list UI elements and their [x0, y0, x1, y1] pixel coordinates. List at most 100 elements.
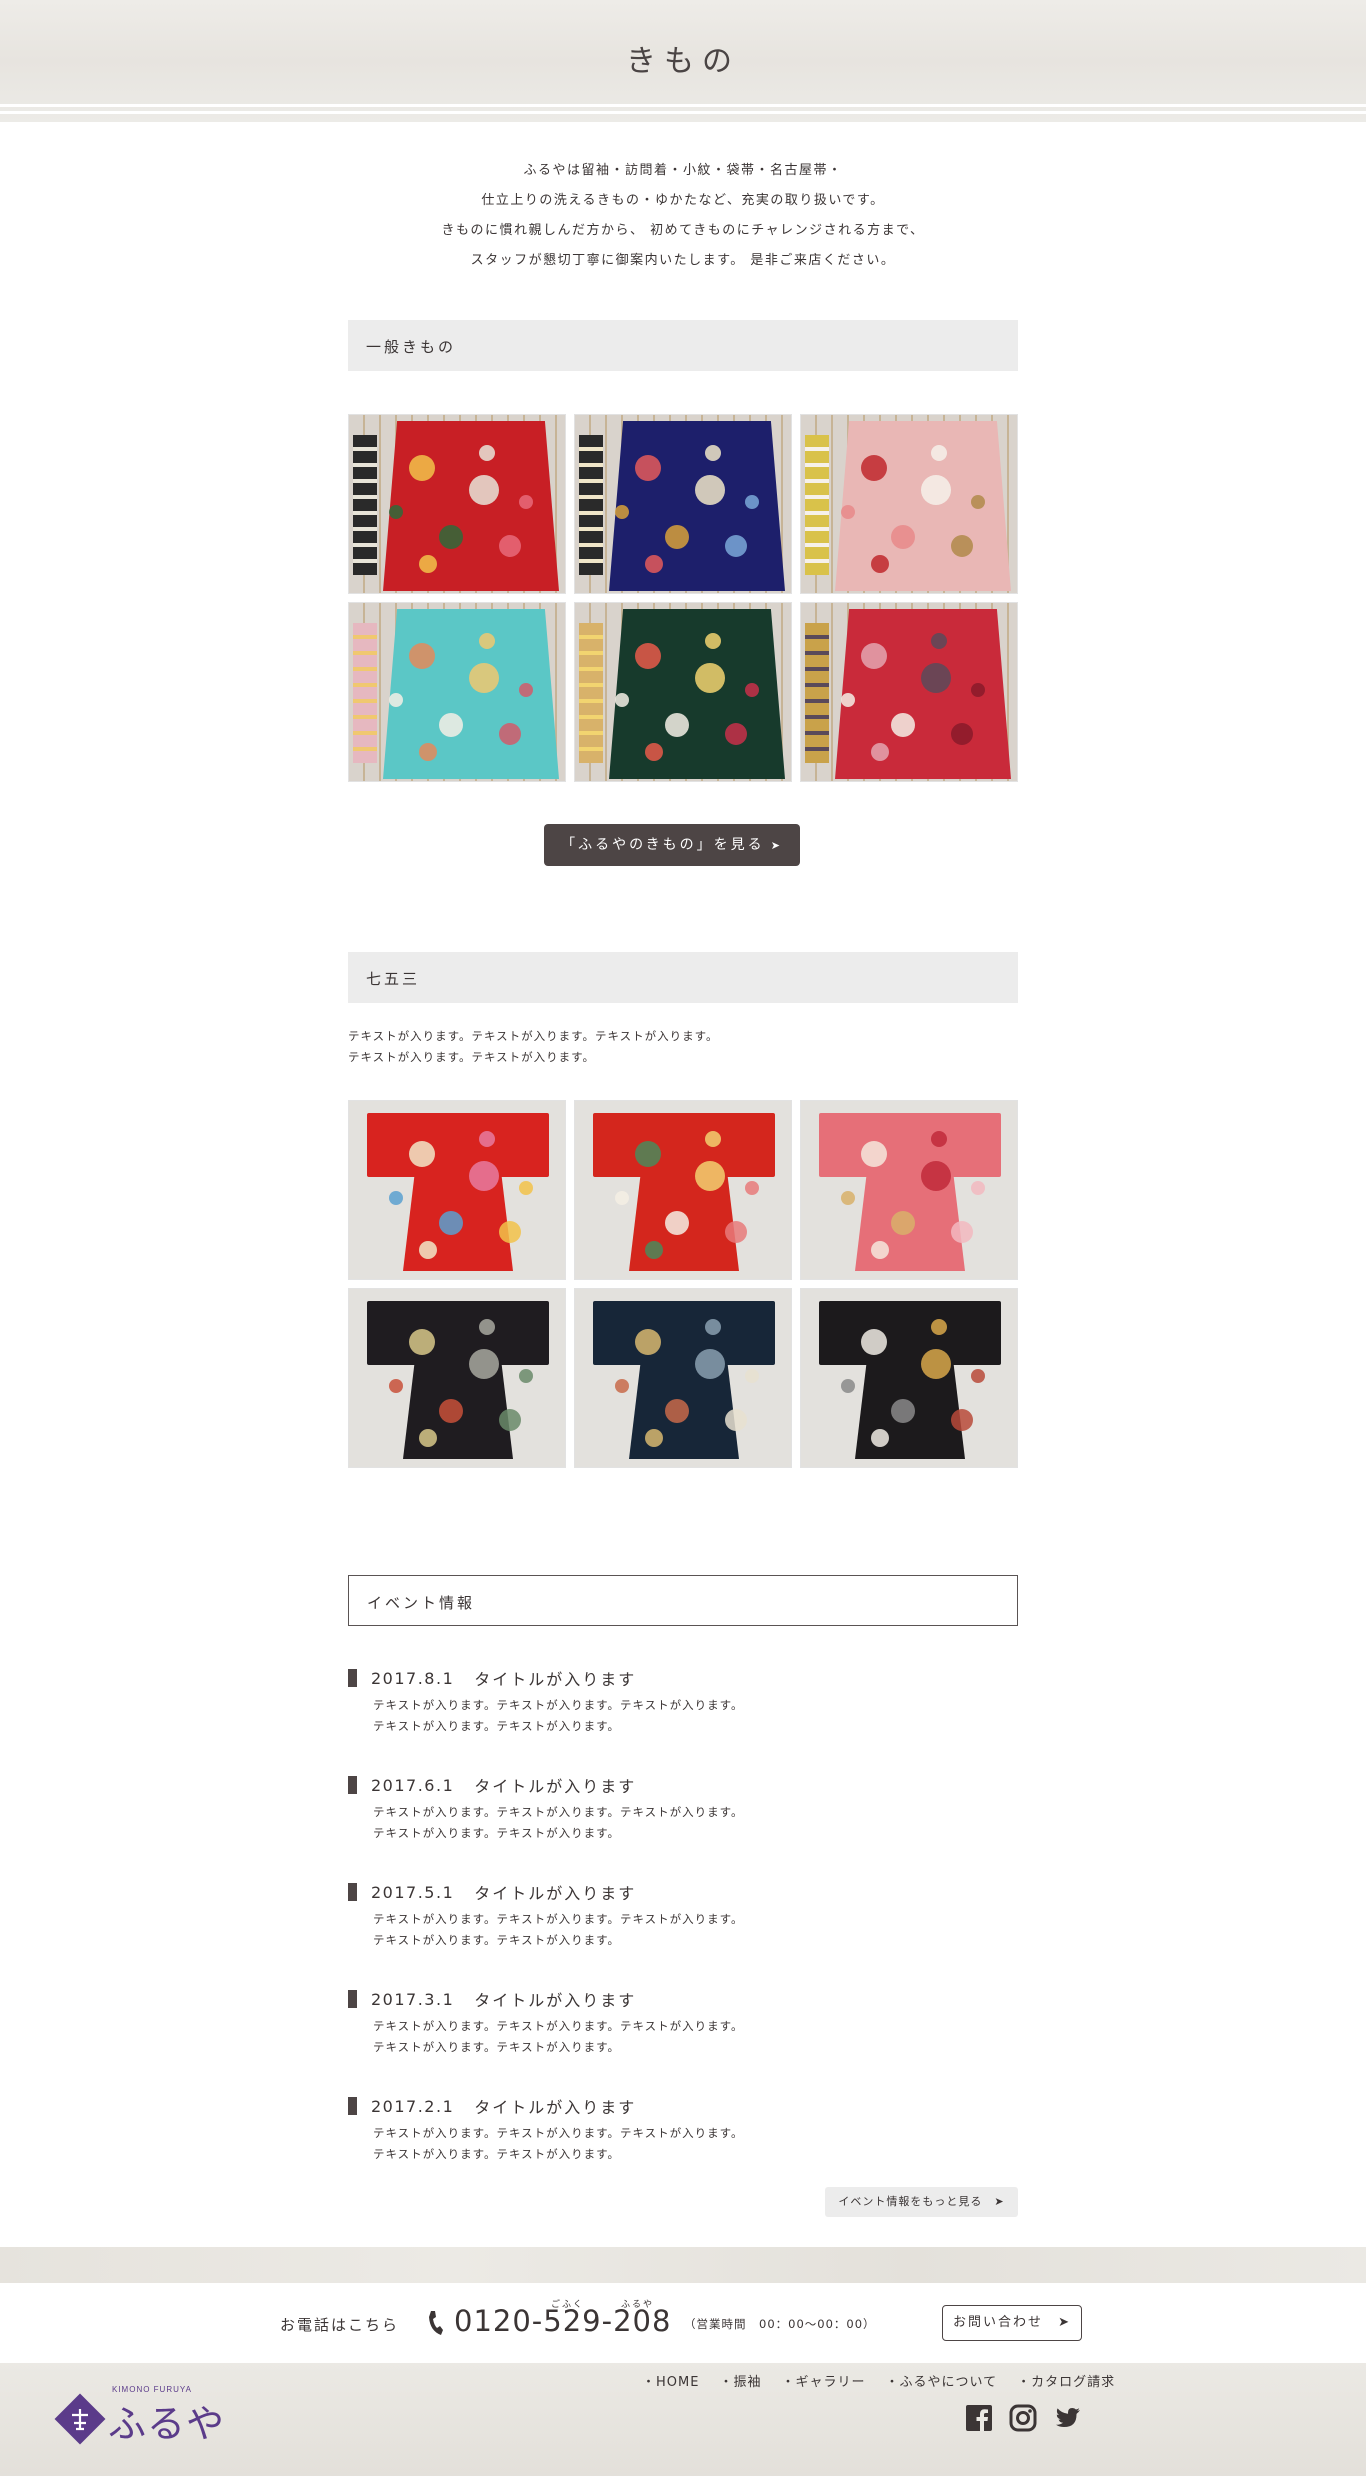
- kimono-pattern-motif: [891, 713, 915, 737]
- social-links: [964, 2403, 1082, 2433]
- general-kimono-image[interactable]: [348, 414, 566, 594]
- kimono-pattern-motif: [841, 1379, 855, 1393]
- site-footer: KIMONO FURUYA ふるや ・HOME ・振袖 ・ギャラリー ・ふるやについて…: [0, 2363, 1366, 2476]
- kimono-pattern-motif: [861, 1329, 887, 1355]
- kimono-pattern-motif: [615, 505, 629, 519]
- kimono-pattern-motif: [841, 505, 855, 519]
- kimono-pattern-motif: [645, 1241, 663, 1259]
- event-marker: [348, 1990, 357, 2008]
- kimono-pattern-motif: [931, 445, 947, 461]
- event-item[interactable]: 2017.3.1 タイトルが入りますテキストが入ります。テキストが入ります。テキス…: [348, 1987, 1018, 2094]
- event-title[interactable]: タイトルが入ります: [474, 1880, 636, 1904]
- furuya-logo[interactable]: KIMONO FURUYA ふるや: [52, 2383, 232, 2451]
- kimono-robe: [835, 609, 1011, 779]
- instagram-icon[interactable]: [1008, 2403, 1038, 2433]
- view-kimono-button[interactable]: 「ふるやのきもの」を見る ➤: [544, 824, 800, 866]
- intro-line: スタッフが懇切丁寧に御案内いたします。 是非ご来店ください。: [470, 253, 896, 268]
- event-item[interactable]: 2017.6.1 タイトルが入りますテキストが入ります。テキストが入ります。テキス…: [348, 1773, 1018, 1880]
- kimono-pattern-motif: [409, 1141, 435, 1167]
- kimono-pattern-motif: [469, 1161, 499, 1191]
- contact-bar: お電話はこちら ごふく ふるや 0120-529-208 （営業時間 00：00…: [0, 2283, 1366, 2363]
- contact-button[interactable]: お問い合わせ ➤: [942, 2305, 1082, 2341]
- section-title: 一般きもの: [366, 338, 457, 356]
- kimono-pattern-motif: [615, 1379, 629, 1393]
- kimono-pattern-motif: [841, 693, 855, 707]
- shichigosan-kimono-image[interactable]: [574, 1288, 792, 1468]
- kimono-pattern-motif: [469, 663, 499, 693]
- kimono-pattern-motif: [665, 713, 689, 737]
- kimono-pattern-motif: [871, 1429, 889, 1447]
- event-item[interactable]: 2017.8.1 タイトルが入ります テキストが入ります。テキストが入ります。テキス…: [348, 1666, 1018, 1773]
- text-line: テキストが入ります。テキストが入ります。テキストが入ります。: [373, 1805, 744, 1819]
- view-kimono-label: 「ふるやのきもの」を見る: [561, 837, 765, 853]
- footer-nav-link[interactable]: ・HOME: [642, 2371, 699, 2390]
- kimono-robe: [367, 1113, 549, 1177]
- kimono-pattern-motif: [921, 475, 951, 505]
- kimono-pattern-motif: [931, 1131, 947, 1147]
- event-header: 2017.3.1 タイトルが入ります: [348, 1987, 1018, 2011]
- kimono-pattern-motif: [921, 1349, 951, 1379]
- kimono-pattern-motif: [871, 1241, 889, 1259]
- event-header: 2017.5.1 タイトルが入ります: [348, 1880, 1018, 1904]
- event-title[interactable]: タイトルが入ります: [474, 1987, 636, 2011]
- general-kimono-image[interactable]: [800, 602, 1018, 782]
- kimono-pattern-motif: [841, 1191, 855, 1205]
- event-text: テキストが入ります。テキストが入ります。テキストが入ります。 テキストが入ります。…: [348, 2016, 1018, 2058]
- kimono-robe: [367, 1301, 549, 1365]
- facebook-icon[interactable]: [964, 2403, 994, 2433]
- shichigosan-kimono-image[interactable]: [574, 1100, 792, 1280]
- event-title[interactable]: タイトルが入ります: [474, 1666, 636, 1690]
- text-line: テキストが入ります。テキストが入ります。: [373, 2147, 621, 2161]
- footer-nav-link[interactable]: ・ギャラリー: [781, 2371, 865, 2390]
- kimono-pattern-motif: [705, 1131, 721, 1147]
- general-kimono-image[interactable]: [574, 414, 792, 594]
- event-header: 2017.6.1 タイトルが入ります: [348, 1773, 1018, 1797]
- kimono-pattern-motif: [921, 663, 951, 693]
- kimono-pattern-motif: [439, 1211, 463, 1235]
- kimono-pattern-motif: [519, 1369, 533, 1383]
- general-kimono-image[interactable]: [800, 414, 1018, 594]
- kimono-pattern-motif: [971, 683, 985, 697]
- kimono-pattern-motif: [439, 713, 463, 737]
- general-kimono-gallery: [348, 414, 1018, 782]
- kimono-pattern-motif: [665, 525, 689, 549]
- general-kimono-image[interactable]: [348, 602, 566, 782]
- footer-nav: ・HOME ・振袖 ・ギャラリー ・ふるやについて ・カタログ請求: [642, 2371, 1115, 2390]
- phone-number[interactable]: 0120-529-208: [454, 2304, 671, 2338]
- obi-sash: [353, 435, 377, 575]
- obi-sash: [805, 623, 829, 763]
- shichigosan-gallery: [348, 1100, 1018, 1468]
- twitter-icon[interactable]: [1052, 2403, 1082, 2433]
- shichigosan-kimono-image[interactable]: [800, 1100, 1018, 1280]
- shichigosan-kimono-image[interactable]: [348, 1100, 566, 1280]
- event-item[interactable]: 2017.2.1 タイトルが入ります テキストが入ります。テキストが入ります。テキス…: [348, 2094, 1018, 2201]
- footer-nav-link[interactable]: ・ふるやについて: [885, 2371, 997, 2390]
- header-divider: [0, 104, 1366, 107]
- event-title[interactable]: タイトルが入ります: [474, 2094, 636, 2118]
- kimono-robe: [593, 1113, 775, 1177]
- kimono-pattern-motif: [419, 1429, 437, 1447]
- kimono-pattern-motif: [705, 445, 721, 461]
- page-title: きもの: [626, 44, 740, 79]
- kimono-pattern-motif: [419, 1241, 437, 1259]
- kimono-pattern-motif: [389, 505, 403, 519]
- intro-line: 仕立上りの洗えるきもの・ゆかたなど、充実の取り扱いです。: [481, 193, 885, 208]
- kimono-pattern-motif: [861, 1141, 887, 1167]
- event-title[interactable]: タイトルが入ります: [474, 1773, 636, 1797]
- general-kimono-image[interactable]: [574, 602, 792, 782]
- intro-line: きものに慣れ親しんだ方から、 初めてきものにチャレンジされる方まで、: [441, 223, 925, 238]
- event-item[interactable]: 2017.5.1 タイトルが入りますテキストが入ります。テキストが入ります。テキス…: [348, 1880, 1018, 1987]
- shichigosan-kimono-image[interactable]: [800, 1288, 1018, 1468]
- kimono-pattern-motif: [725, 723, 747, 745]
- footer-nav-link[interactable]: ・カタログ請求: [1017, 2371, 1115, 2390]
- kimono-pattern-motif: [635, 455, 661, 481]
- event-text: テキストが入ります。テキストが入ります。テキストが入ります。 テキストが入ります。…: [348, 1909, 1018, 1951]
- intro-text: ふるやは留袖・訪問着・小紋・袋帯・名古屋帯・ 仕立上りの洗えるきもの・ゆかたなど…: [0, 156, 1366, 276]
- text-line: テキストが入ります。テキストが入ります。テキストが入ります。: [373, 2019, 744, 2033]
- shichigosan-kimono-image[interactable]: [348, 1288, 566, 1468]
- kimono-pattern-motif: [745, 495, 759, 509]
- more-events-button[interactable]: イベント情報をもっと見る ➤: [825, 2187, 1018, 2217]
- kimono-pattern-motif: [499, 535, 521, 557]
- obi-sash: [805, 435, 829, 575]
- footer-nav-link[interactable]: ・振袖: [719, 2371, 761, 2390]
